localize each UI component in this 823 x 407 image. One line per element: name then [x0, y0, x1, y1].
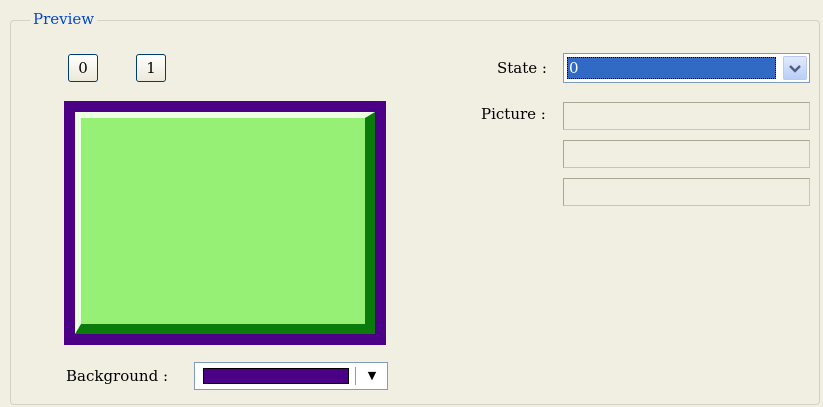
state-dropdown[interactable]: 0 [563, 53, 810, 83]
state-1-button[interactable]: 1 [136, 54, 166, 82]
state-label: State : [497, 59, 547, 77]
dropdown-arrow-icon: ▼ [367, 369, 377, 382]
picture-field-1 [563, 102, 810, 130]
picture-field-2 [563, 140, 810, 168]
picture-field-3 [563, 178, 810, 206]
state-selected-value: 0 [567, 57, 776, 79]
background-color-swatch [203, 368, 349, 384]
preview-shape-face [75, 112, 375, 334]
state-0-button[interactable]: 0 [68, 54, 98, 82]
chevron-down-icon[interactable] [783, 56, 807, 80]
preview-shape-frame [64, 101, 386, 345]
background-label: Background : [66, 367, 169, 385]
preview-group-title: Preview [30, 10, 98, 28]
picture-label: Picture : [481, 105, 546, 123]
background-color-dropdown[interactable]: ▼ [194, 362, 388, 390]
background-dropdown-separator [355, 367, 356, 385]
